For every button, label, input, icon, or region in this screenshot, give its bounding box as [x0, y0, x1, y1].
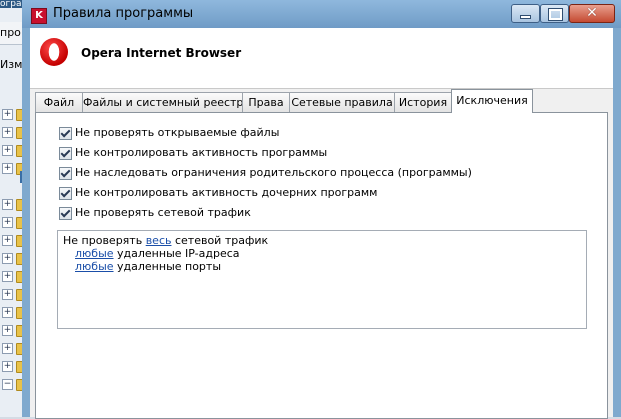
- rule-description-box: Не проверять весь сетевой трафик любые у…: [57, 230, 587, 329]
- expand-icon[interactable]: +: [2, 343, 13, 354]
- checkbox-checked-icon[interactable]: [59, 167, 72, 180]
- expand-icon[interactable]: +: [2, 271, 13, 282]
- kaspersky-icon: K: [31, 8, 47, 24]
- checkbox-label: Не контролировать активность дочерних пр…: [75, 186, 378, 199]
- expand-icon[interactable]: +: [2, 361, 13, 372]
- checkbox-checked-icon[interactable]: [59, 187, 72, 200]
- tab-history[interactable]: История: [394, 92, 452, 112]
- minimize-button[interactable]: [511, 4, 540, 23]
- description-text: удаленные IP-адреса: [113, 247, 240, 260]
- checkbox-label: Не контролировать активность программы: [75, 146, 328, 159]
- expand-icon[interactable]: +: [2, 325, 13, 336]
- expand-icon[interactable]: +: [2, 307, 13, 318]
- tab-rights[interactable]: Права: [242, 92, 290, 112]
- all-traffic-link[interactable]: весь: [146, 234, 172, 247]
- checkbox-checked-icon[interactable]: [59, 127, 72, 140]
- expand-icon[interactable]: +: [2, 235, 13, 246]
- app-header: Opera Internet Browser: [30, 28, 613, 89]
- app-name: Opera Internet Browser: [81, 46, 242, 60]
- description-line-ip: любые удаленные IP-адреса: [75, 247, 240, 260]
- expand-icon[interactable]: +: [2, 217, 13, 228]
- minimize-icon: [521, 16, 530, 18]
- expand-icon[interactable]: +: [2, 109, 13, 120]
- expand-icon[interactable]: +: [2, 127, 13, 138]
- title-bar[interactable]: K Правила программы ✕: [22, 0, 621, 28]
- any-ip-link[interactable]: любые: [75, 247, 114, 260]
- checkbox-label: Не наследовать ограничения родительского…: [75, 166, 472, 179]
- window-title: Правила программы: [53, 6, 194, 21]
- expand-icon[interactable]: +: [2, 163, 13, 174]
- any-ports-link[interactable]: любые: [75, 260, 114, 273]
- description-text: сетевой трафик: [171, 234, 269, 247]
- program-rules-window: K Правила программы ✕ Opera Internet Bro…: [22, 0, 621, 419]
- maximize-button[interactable]: [540, 4, 569, 23]
- checkbox-checked-icon[interactable]: [59, 147, 72, 160]
- close-button[interactable]: ✕: [569, 4, 615, 23]
- tab-file[interactable]: Файл: [35, 92, 83, 112]
- checkbox-label: Не проверять открываемые файлы: [75, 126, 280, 139]
- tab-files-registry[interactable]: Файлы и системный реестр: [82, 92, 243, 112]
- maximize-icon: [548, 8, 563, 21]
- checkbox-label: Не проверять сетевой трафик: [75, 206, 251, 219]
- checkbox-checked-icon[interactable]: [59, 207, 72, 220]
- collapse-icon[interactable]: −: [2, 379, 13, 390]
- expand-icon[interactable]: +: [2, 199, 13, 210]
- description-text: Не проверять: [63, 234, 146, 247]
- exclusions-panel: Не проверять открываемые файлы Не контро…: [35, 112, 608, 419]
- expand-icon[interactable]: +: [2, 145, 13, 156]
- dialog-client-area: Opera Internet Browser Файл Файлы и сист…: [30, 28, 613, 419]
- expand-icon[interactable]: +: [2, 253, 13, 264]
- description-line-ports: любые удаленные порты: [75, 260, 221, 273]
- description-line-traffic: Не проверять весь сетевой трафик: [63, 234, 268, 247]
- close-icon: ✕: [586, 5, 598, 21]
- tab-network-rules[interactable]: Сетевые правила: [289, 92, 395, 112]
- description-text: удаленные порты: [113, 260, 222, 273]
- tab-exclusions[interactable]: Исключения: [451, 89, 533, 113]
- opera-logo-icon: [40, 38, 68, 66]
- expand-icon[interactable]: +: [2, 289, 13, 300]
